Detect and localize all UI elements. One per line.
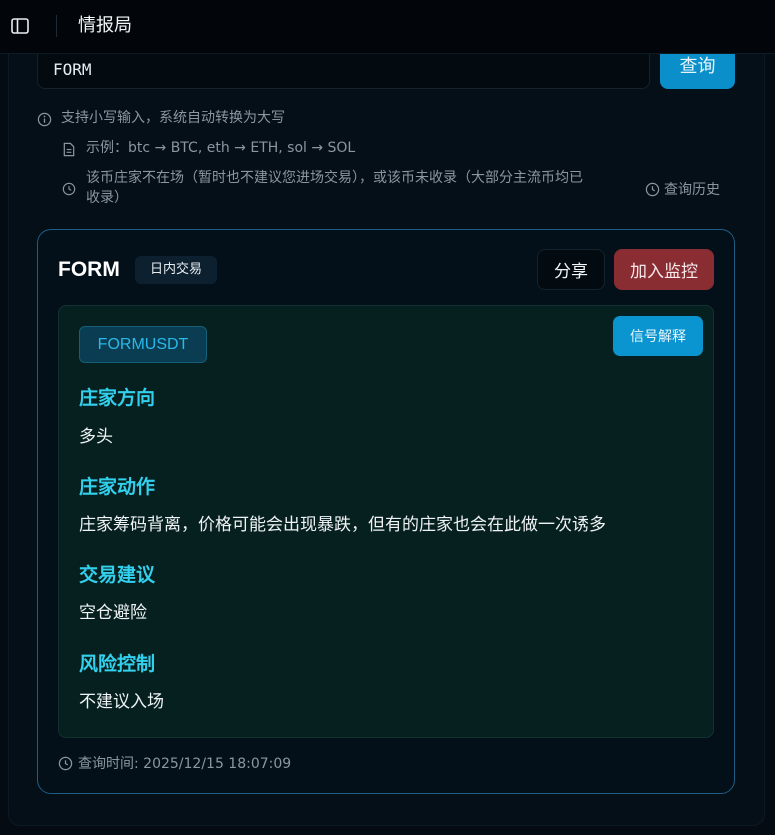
- sidebar-toggle-icon[interactable]: [10, 17, 30, 35]
- section-heading-risk: 风险控制: [79, 653, 156, 675]
- section-heading-advice: 交易建议: [79, 564, 156, 586]
- time-clock-icon: [58, 756, 73, 770]
- absent-hint-line2: 收录）: [86, 190, 128, 206]
- share-button[interactable]: 分享: [537, 249, 605, 290]
- section-content-risk: 不建议入场: [79, 692, 164, 712]
- history-label: 查询历史: [664, 182, 720, 198]
- section-content-advice: 空仓避险: [79, 603, 147, 623]
- section-content-direction: 多头: [79, 427, 113, 447]
- section-heading-action: 庄家动作: [79, 476, 156, 498]
- history-clock-icon: [645, 182, 660, 196]
- clock-icon: [62, 181, 76, 200]
- app-title: 情报局: [78, 15, 132, 36]
- info-icon: [37, 112, 52, 131]
- absent-hint-line1: 该币庄家不在场（暂时也不建议您进场交易），或该币未收录（大部分主流币均已: [86, 170, 583, 186]
- top-bar: 情报局: [0, 0, 775, 54]
- query-time-text: 查询时间: 2025/12/15 18:07:09: [78, 756, 292, 772]
- document-icon: [62, 142, 76, 161]
- trade-mode-badge: 日内交易: [135, 256, 217, 284]
- section-heading-direction: 庄家方向: [79, 387, 156, 409]
- uppercase-hint: 支持小写输入，系统自动转换为大写: [61, 110, 285, 126]
- example-hint: 示例：btc → BTC, eth → ETH, sol → SOL: [86, 140, 356, 156]
- symbol-title: FORM: [58, 258, 120, 281]
- trading-pair-badge: FORMUSDT: [79, 326, 207, 363]
- topbar-divider: [56, 15, 57, 37]
- section-content-action: 庄家筹码背离，价格可能会出现暴跌，但有的庄家也会在此做一次诱多: [79, 515, 606, 535]
- query-time: 查询时间: 2025/12/15 18:07:09: [58, 752, 291, 774]
- query-history-link[interactable]: 查询历史: [645, 178, 720, 200]
- signal-explain-button[interactable]: 信号解释: [613, 316, 703, 356]
- add-to-watch-button[interactable]: 加入监控: [614, 249, 714, 290]
